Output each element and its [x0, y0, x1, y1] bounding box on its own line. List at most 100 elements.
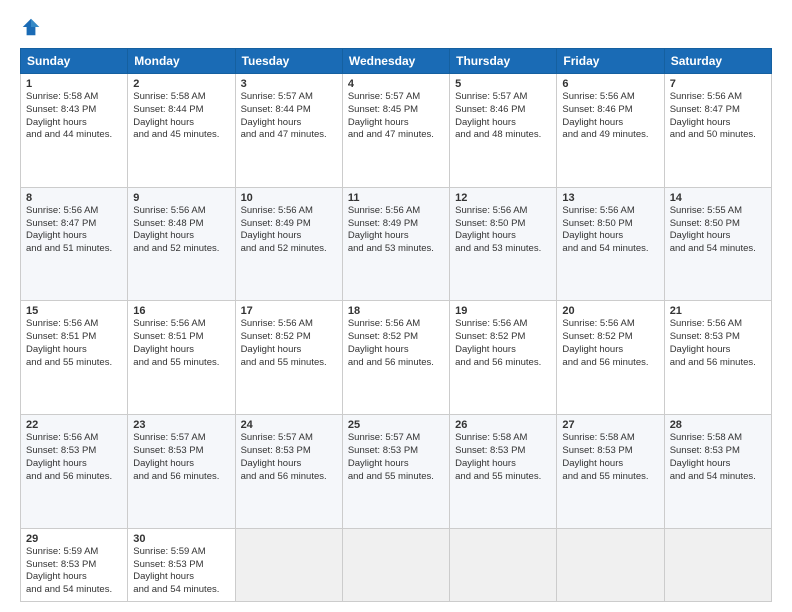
calendar-cell: 20Sunrise: 5:56 AMSunset: 8:52 PMDayligh…	[557, 301, 664, 415]
day-info: Sunrise: 5:57 AMSunset: 8:53 PMDaylight …	[348, 432, 444, 483]
calendar-cell: 18Sunrise: 5:56 AMSunset: 8:52 PMDayligh…	[342, 301, 449, 415]
calendar-cell: 27Sunrise: 5:58 AMSunset: 8:53 PMDayligh…	[557, 415, 664, 529]
calendar-cell: 11Sunrise: 5:56 AMSunset: 8:49 PMDayligh…	[342, 187, 449, 301]
calendar-cell: 21Sunrise: 5:56 AMSunset: 8:53 PMDayligh…	[664, 301, 771, 415]
day-number: 15	[26, 305, 122, 317]
day-info: Sunrise: 5:56 AMSunset: 8:49 PMDaylight …	[241, 205, 337, 256]
day-number: 5	[455, 78, 551, 90]
logo	[20, 16, 46, 38]
calendar-week-4: 22Sunrise: 5:56 AMSunset: 8:53 PMDayligh…	[21, 415, 772, 529]
calendar-cell: 16Sunrise: 5:56 AMSunset: 8:51 PMDayligh…	[128, 301, 235, 415]
day-number: 23	[133, 419, 229, 431]
calendar-cell: 13Sunrise: 5:56 AMSunset: 8:50 PMDayligh…	[557, 187, 664, 301]
calendar-cell: 8Sunrise: 5:56 AMSunset: 8:47 PMDaylight…	[21, 187, 128, 301]
day-info: Sunrise: 5:56 AMSunset: 8:50 PMDaylight …	[455, 205, 551, 256]
calendar-cell: 22Sunrise: 5:56 AMSunset: 8:53 PMDayligh…	[21, 415, 128, 529]
day-info: Sunrise: 5:55 AMSunset: 8:50 PMDaylight …	[670, 205, 766, 256]
calendar-cell: 19Sunrise: 5:56 AMSunset: 8:52 PMDayligh…	[450, 301, 557, 415]
day-info: Sunrise: 5:56 AMSunset: 8:48 PMDaylight …	[133, 205, 229, 256]
day-info: Sunrise: 5:58 AMSunset: 8:53 PMDaylight …	[562, 432, 658, 483]
calendar-cell	[450, 528, 557, 601]
day-number: 14	[670, 192, 766, 204]
day-number: 22	[26, 419, 122, 431]
calendar-header-row: SundayMondayTuesdayWednesdayThursdayFrid…	[21, 49, 772, 74]
calendar-week-2: 8Sunrise: 5:56 AMSunset: 8:47 PMDaylight…	[21, 187, 772, 301]
day-number: 19	[455, 305, 551, 317]
calendar-cell	[235, 528, 342, 601]
day-number: 12	[455, 192, 551, 204]
day-number: 11	[348, 192, 444, 204]
calendar-cell	[557, 528, 664, 601]
day-info: Sunrise: 5:58 AMSunset: 8:43 PMDaylight …	[26, 91, 122, 142]
day-number: 3	[241, 78, 337, 90]
day-number: 10	[241, 192, 337, 204]
calendar-cell: 25Sunrise: 5:57 AMSunset: 8:53 PMDayligh…	[342, 415, 449, 529]
calendar-cell: 2Sunrise: 5:58 AMSunset: 8:44 PMDaylight…	[128, 74, 235, 188]
day-number: 21	[670, 305, 766, 317]
day-info: Sunrise: 5:56 AMSunset: 8:53 PMDaylight …	[26, 432, 122, 483]
day-number: 13	[562, 192, 658, 204]
calendar-cell: 9Sunrise: 5:56 AMSunset: 8:48 PMDaylight…	[128, 187, 235, 301]
day-info: Sunrise: 5:57 AMSunset: 8:44 PMDaylight …	[241, 91, 337, 142]
day-number: 27	[562, 419, 658, 431]
calendar-week-3: 15Sunrise: 5:56 AMSunset: 8:51 PMDayligh…	[21, 301, 772, 415]
col-header-saturday: Saturday	[664, 49, 771, 74]
calendar-cell: 28Sunrise: 5:58 AMSunset: 8:53 PMDayligh…	[664, 415, 771, 529]
day-number: 30	[133, 533, 229, 545]
day-info: Sunrise: 5:56 AMSunset: 8:47 PMDaylight …	[670, 91, 766, 142]
page: SundayMondayTuesdayWednesdayThursdayFrid…	[0, 0, 792, 612]
col-header-wednesday: Wednesday	[342, 49, 449, 74]
day-number: 1	[26, 78, 122, 90]
calendar-cell: 23Sunrise: 5:57 AMSunset: 8:53 PMDayligh…	[128, 415, 235, 529]
calendar-cell	[342, 528, 449, 601]
day-info: Sunrise: 5:58 AMSunset: 8:53 PMDaylight …	[455, 432, 551, 483]
calendar-cell: 14Sunrise: 5:55 AMSunset: 8:50 PMDayligh…	[664, 187, 771, 301]
day-info: Sunrise: 5:56 AMSunset: 8:52 PMDaylight …	[241, 318, 337, 369]
calendar-cell: 29Sunrise: 5:59 AMSunset: 8:53 PMDayligh…	[21, 528, 128, 601]
day-number: 25	[348, 419, 444, 431]
day-number: 7	[670, 78, 766, 90]
day-number: 28	[670, 419, 766, 431]
calendar-cell: 7Sunrise: 5:56 AMSunset: 8:47 PMDaylight…	[664, 74, 771, 188]
day-number: 2	[133, 78, 229, 90]
logo-icon	[20, 16, 42, 38]
calendar-cell: 12Sunrise: 5:56 AMSunset: 8:50 PMDayligh…	[450, 187, 557, 301]
day-number: 4	[348, 78, 444, 90]
day-info: Sunrise: 5:57 AMSunset: 8:53 PMDaylight …	[241, 432, 337, 483]
col-header-monday: Monday	[128, 49, 235, 74]
day-number: 29	[26, 533, 122, 545]
day-info: Sunrise: 5:59 AMSunset: 8:53 PMDaylight …	[133, 546, 229, 597]
day-number: 20	[562, 305, 658, 317]
calendar-cell	[664, 528, 771, 601]
col-header-tuesday: Tuesday	[235, 49, 342, 74]
day-info: Sunrise: 5:56 AMSunset: 8:52 PMDaylight …	[348, 318, 444, 369]
day-info: Sunrise: 5:56 AMSunset: 8:51 PMDaylight …	[26, 318, 122, 369]
col-header-sunday: Sunday	[21, 49, 128, 74]
day-number: 8	[26, 192, 122, 204]
day-number: 24	[241, 419, 337, 431]
calendar-cell: 17Sunrise: 5:56 AMSunset: 8:52 PMDayligh…	[235, 301, 342, 415]
day-number: 9	[133, 192, 229, 204]
day-info: Sunrise: 5:56 AMSunset: 8:51 PMDaylight …	[133, 318, 229, 369]
day-info: Sunrise: 5:56 AMSunset: 8:52 PMDaylight …	[455, 318, 551, 369]
calendar-cell: 6Sunrise: 5:56 AMSunset: 8:46 PMDaylight…	[557, 74, 664, 188]
day-info: Sunrise: 5:56 AMSunset: 8:46 PMDaylight …	[562, 91, 658, 142]
day-number: 17	[241, 305, 337, 317]
day-number: 26	[455, 419, 551, 431]
header	[20, 16, 772, 38]
calendar-cell: 1Sunrise: 5:58 AMSunset: 8:43 PMDaylight…	[21, 74, 128, 188]
calendar-cell: 10Sunrise: 5:56 AMSunset: 8:49 PMDayligh…	[235, 187, 342, 301]
calendar-week-5: 29Sunrise: 5:59 AMSunset: 8:53 PMDayligh…	[21, 528, 772, 601]
calendar-cell: 30Sunrise: 5:59 AMSunset: 8:53 PMDayligh…	[128, 528, 235, 601]
day-info: Sunrise: 5:59 AMSunset: 8:53 PMDaylight …	[26, 546, 122, 597]
calendar-cell: 4Sunrise: 5:57 AMSunset: 8:45 PMDaylight…	[342, 74, 449, 188]
calendar-week-1: 1Sunrise: 5:58 AMSunset: 8:43 PMDaylight…	[21, 74, 772, 188]
day-info: Sunrise: 5:58 AMSunset: 8:44 PMDaylight …	[133, 91, 229, 142]
calendar-cell: 5Sunrise: 5:57 AMSunset: 8:46 PMDaylight…	[450, 74, 557, 188]
day-info: Sunrise: 5:56 AMSunset: 8:49 PMDaylight …	[348, 205, 444, 256]
day-info: Sunrise: 5:56 AMSunset: 8:47 PMDaylight …	[26, 205, 122, 256]
day-info: Sunrise: 5:57 AMSunset: 8:46 PMDaylight …	[455, 91, 551, 142]
day-info: Sunrise: 5:56 AMSunset: 8:50 PMDaylight …	[562, 205, 658, 256]
calendar-cell: 26Sunrise: 5:58 AMSunset: 8:53 PMDayligh…	[450, 415, 557, 529]
day-info: Sunrise: 5:57 AMSunset: 8:53 PMDaylight …	[133, 432, 229, 483]
